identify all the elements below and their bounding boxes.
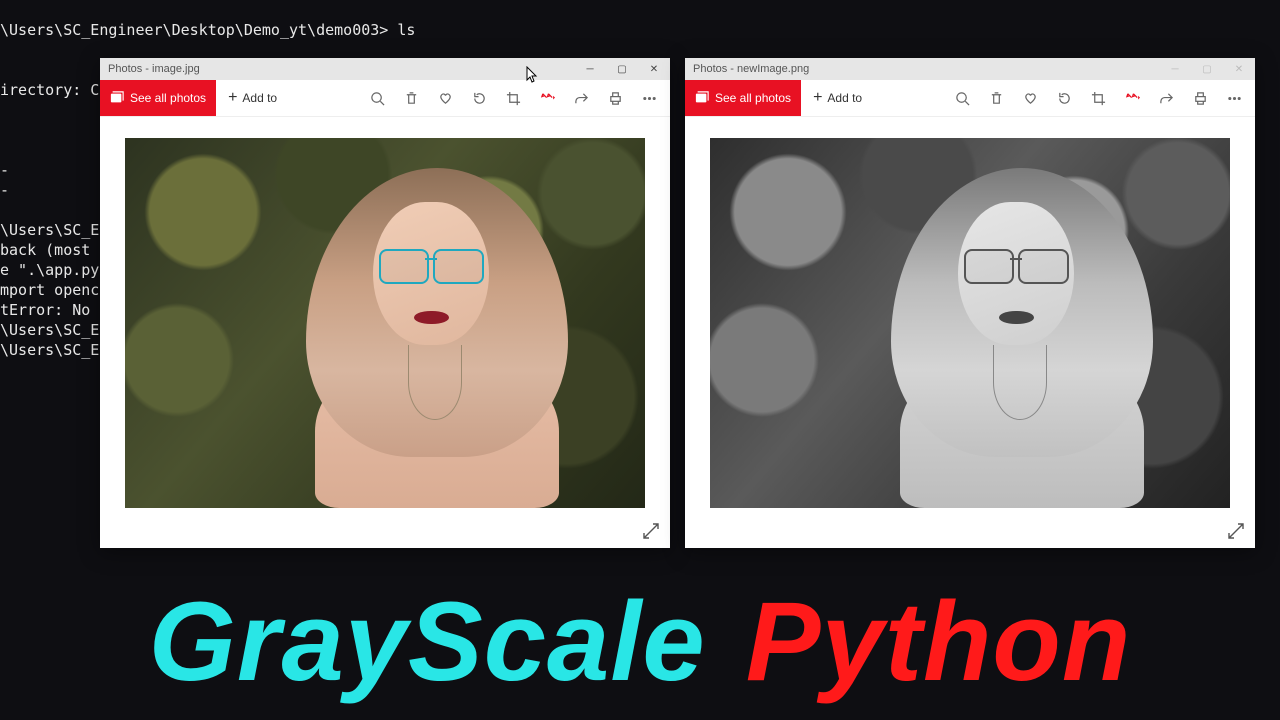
see-all-label: See all photos <box>130 91 206 105</box>
caption: GrayScale Python <box>0 577 1280 706</box>
edit-icon[interactable] <box>530 80 564 116</box>
favorite-icon[interactable] <box>428 80 462 116</box>
share-icon[interactable] <box>564 80 598 116</box>
photo-color <box>125 138 645 508</box>
toolbar-icons <box>874 80 1255 116</box>
lips <box>999 311 1034 325</box>
share-icon[interactable] <box>1149 80 1183 116</box>
edit-icon[interactable] <box>1115 80 1149 116</box>
print-icon[interactable] <box>1183 80 1217 116</box>
image-viewport[interactable] <box>710 138 1230 508</box>
toolbar: See all photos + Add to <box>100 80 670 117</box>
close-button[interactable]: ✕ <box>638 58 670 80</box>
subject <box>291 168 582 508</box>
print-icon[interactable] <box>598 80 632 116</box>
zoom-icon[interactable] <box>945 80 979 116</box>
more-icon[interactable] <box>1217 80 1251 116</box>
more-icon[interactable] <box>632 80 666 116</box>
titlebar[interactable]: Photos - newImage.png ─ ▢ ✕ <box>685 58 1255 80</box>
minimize-button[interactable]: ─ <box>1159 58 1191 80</box>
window-title: Photos - image.jpg <box>100 63 574 75</box>
delete-icon[interactable] <box>394 80 428 116</box>
mouse-cursor <box>526 66 538 84</box>
rotate-icon[interactable] <box>462 80 496 116</box>
window-controls: ─ ▢ ✕ <box>1159 58 1255 80</box>
zoom-icon[interactable] <box>360 80 394 116</box>
photos-window-gray: Photos - newImage.png ─ ▢ ✕ See all phot… <box>685 58 1255 548</box>
subject <box>876 168 1167 508</box>
collection-icon <box>695 91 709 105</box>
plus-icon: + <box>228 90 237 106</box>
photos-window-color: Photos - image.jpg ─ ▢ ✕ See all photos … <box>100 58 670 548</box>
window-title: Photos - newImage.png <box>685 63 1159 75</box>
rotate-icon[interactable] <box>1047 80 1081 116</box>
fullscreen-button[interactable] <box>642 522 660 540</box>
crop-icon[interactable] <box>496 80 530 116</box>
fullscreen-button[interactable] <box>1227 522 1245 540</box>
delete-icon[interactable] <box>979 80 1013 116</box>
glasses <box>379 249 484 280</box>
caption-word-1: GrayScale <box>149 579 706 704</box>
image-viewport[interactable] <box>125 138 645 508</box>
lips <box>414 311 449 325</box>
collection-icon <box>110 91 124 105</box>
plus-icon: + <box>813 90 822 106</box>
add-to-label: Add to <box>242 91 277 105</box>
toolbar: See all photos + Add to <box>685 80 1255 117</box>
glasses <box>964 249 1069 280</box>
see-all-photos-button[interactable]: See all photos <box>100 80 216 116</box>
photo-grayscale <box>710 138 1230 508</box>
see-all-label: See all photos <box>715 91 791 105</box>
titlebar[interactable]: Photos - image.jpg ─ ▢ ✕ <box>100 58 670 80</box>
see-all-photos-button[interactable]: See all photos <box>685 80 801 116</box>
add-to-button[interactable]: + Add to <box>216 90 289 106</box>
caption-word-2: Python <box>746 579 1132 704</box>
close-button[interactable]: ✕ <box>1223 58 1255 80</box>
toolbar-icons <box>289 80 670 116</box>
crop-icon[interactable] <box>1081 80 1115 116</box>
favorite-icon[interactable] <box>1013 80 1047 116</box>
minimize-button[interactable]: ─ <box>574 58 606 80</box>
maximize-button[interactable]: ▢ <box>1191 58 1223 80</box>
add-to-label: Add to <box>827 91 862 105</box>
maximize-button[interactable]: ▢ <box>606 58 638 80</box>
add-to-button[interactable]: + Add to <box>801 90 874 106</box>
window-controls: ─ ▢ ✕ <box>574 58 670 80</box>
